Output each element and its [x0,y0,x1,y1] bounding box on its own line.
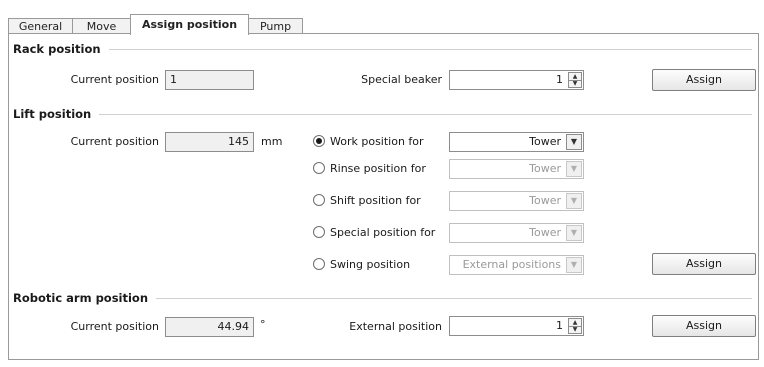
arm-assign-button[interactable]: Assign [652,315,756,337]
tab-assign-position-label: Assign position [141,18,238,31]
special-position-combo[interactable]: Tower ▼ [449,223,584,243]
special-beaker-value: 1 [556,73,563,86]
special-position-radio[interactable] [313,226,325,238]
lift-current-position-label: Current position [70,135,159,148]
shift-position-combo[interactable]: Tower ▼ [449,191,584,211]
special-position-combo-value: Tower [529,226,561,239]
chevron-down-icon[interactable]: ▼ [566,257,582,273]
chevron-down-icon[interactable]: ▼ [566,193,582,209]
special-position-label: Special position for [330,226,436,239]
work-position-radio[interactable] [313,135,325,147]
chevron-down-icon[interactable]: ▼ [566,225,582,241]
spin-down-icon[interactable]: ▼ [569,80,581,87]
rack-current-position-label: Current position [70,73,159,86]
tab-assign-position[interactable]: Assign position [130,14,249,35]
chevron-down-icon[interactable]: ▼ [566,134,582,150]
assign-position-panel: Rack position Current position 1 Special… [8,33,759,360]
chevron-down-icon[interactable]: ▼ [566,161,582,177]
work-position-combo-value: Tower [529,135,561,148]
external-position-spin-buttons[interactable]: ▲ ▼ [568,318,582,334]
tab-general[interactable]: General [8,18,73,34]
rinse-position-radio[interactable] [313,162,325,174]
spin-down-icon[interactable]: ▼ [569,326,581,333]
lift-section-title: Lift position [13,107,100,121]
work-position-combo[interactable]: Tower ▼ [449,132,584,152]
radio-selected-dot [316,138,322,144]
swing-position-combo[interactable]: External positions ▼ [449,255,584,275]
lift-section-divider [17,114,752,115]
rinse-position-combo-value: Tower [529,162,561,175]
external-position-spinbox[interactable]: 1 ▲ ▼ [449,316,584,336]
external-position-value: 1 [556,319,563,332]
swing-position-radio[interactable] [313,258,325,270]
rack-section-title: Rack position [13,42,109,56]
lift-current-position-field: 145 [165,132,254,152]
external-position-label: External position [349,320,442,333]
rack-section-divider [17,49,752,50]
shift-position-label: Shift position for [330,194,421,207]
special-beaker-label: Special beaker [361,73,442,86]
tab-general-label: General [18,20,63,33]
lift-assign-button[interactable]: Assign [652,253,756,275]
shift-position-combo-value: Tower [529,194,561,207]
tab-pump-label: Pump [259,20,292,33]
work-position-label: Work position for [330,135,424,148]
tab-pump[interactable]: Pump [248,18,303,34]
special-beaker-spinbox[interactable]: 1 ▲ ▼ [449,70,584,90]
arm-current-position-label: Current position [70,320,159,333]
rack-current-position-field: 1 [165,70,254,90]
swing-position-label: Swing position [330,258,411,271]
rinse-position-combo[interactable]: Tower ▼ [449,159,584,179]
rinse-position-label: Rinse position for [330,162,426,175]
tab-move-label: Move [86,20,117,33]
swing-position-combo-value: External positions [462,258,561,271]
rack-assign-button[interactable]: Assign [652,69,756,91]
arm-current-position-field: 44.94 [165,317,254,337]
arm-section-title: Robotic arm position [13,291,157,305]
special-beaker-spin-buttons[interactable]: ▲ ▼ [568,72,582,88]
shift-position-radio[interactable] [313,194,325,206]
lift-unit-label: mm [261,135,283,148]
arm-unit-label: ° [260,318,266,331]
tab-move[interactable]: Move [72,18,131,34]
